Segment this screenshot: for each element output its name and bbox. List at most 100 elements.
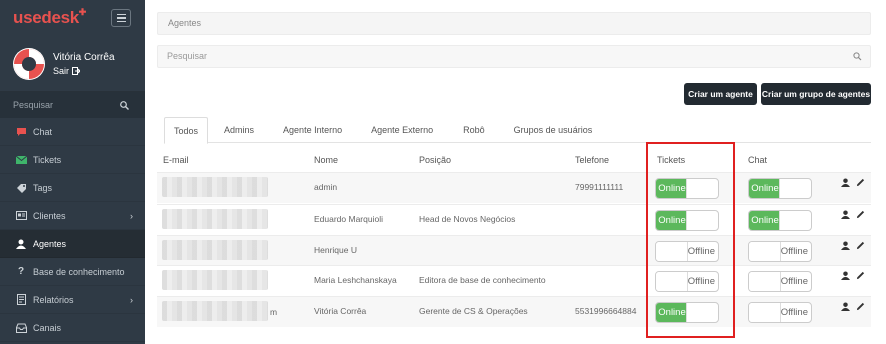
column-header-name[interactable]: Nome (314, 155, 338, 165)
search-icon (120, 100, 129, 110)
column-header-chat[interactable]: Chat (748, 155, 767, 165)
main-content: Agentes Pesquisar Criar um agente Criar … (145, 0, 886, 344)
sidebar-item-label: Agentes (33, 238, 67, 249)
table-row[interactable]: Henrique U Offline Offline (157, 235, 871, 266)
hamburger-icon-bar (116, 17, 126, 19)
user-profile-icon[interactable] (841, 271, 850, 282)
tag-icon (15, 182, 27, 194)
sidebar-item-label: Relatórios (33, 294, 74, 305)
toggle-off-label: Offline (780, 307, 808, 318)
sidebar-item-base-de-conhecimento[interactable]: ? Base de conhecimento (0, 258, 145, 286)
agent-phone: 79991111111 (575, 182, 624, 192)
brand-bar: usedesk ✚ (0, 0, 145, 36)
toggle-on-label: Online (749, 211, 781, 230)
column-header-position[interactable]: Posição (419, 155, 451, 165)
agent-position: Gerente de CS & Operações (419, 306, 528, 316)
chat-status-toggle[interactable]: Offline (748, 302, 812, 323)
user-profile-icon[interactable] (841, 210, 850, 221)
email-redacted (162, 209, 268, 229)
agent-name: admin (314, 182, 338, 192)
tab-admins[interactable]: Admins (215, 117, 263, 143)
sidebar-item-canais[interactable]: Canais (0, 314, 145, 342)
logo-text: usedesk (13, 8, 79, 27)
column-header-phone[interactable]: Telefone (575, 155, 609, 165)
usedesk-logo[interactable]: usedesk ✚ (13, 7, 86, 28)
edit-pencil-icon[interactable] (856, 210, 865, 221)
email-redacted (162, 301, 268, 321)
agent-name: Eduardo Marquioli (314, 214, 383, 224)
table-row[interactable]: m Vitória Corrêa Gerente de CS & Operaçõ… (157, 296, 871, 327)
chat-status-toggle[interactable]: Online (748, 210, 812, 231)
tab-agente-externo[interactable]: Agente Externo (362, 117, 442, 143)
email-suffix: m (270, 307, 278, 317)
user-name: Vitória Corrêa (53, 51, 115, 63)
user-profile: Vitória Corrêa Sair (0, 36, 145, 92)
hamburger-icon-bar (116, 20, 126, 23)
column-header-email[interactable]: E-mail (163, 155, 189, 165)
chat-status-toggle[interactable]: Offline (748, 241, 812, 262)
chat-status-toggle[interactable]: Online (748, 178, 812, 199)
email-redacted (162, 240, 268, 260)
agent-phone: 5531996664884 (575, 306, 637, 316)
logout-label: Sair (53, 65, 70, 76)
chevron-right-icon: › (130, 210, 133, 221)
tab-grupos-de-usuarios[interactable]: Grupos de usuários (505, 117, 602, 143)
edit-pencil-icon[interactable] (856, 241, 865, 252)
agent-position: Editora de base de conhecimento (419, 275, 546, 285)
question-icon: ? (17, 266, 25, 277)
user-profile-icon[interactable] (841, 302, 850, 313)
inbox-icon (15, 322, 27, 334)
sidebar-item-label: Chat (33, 126, 53, 137)
sidebar-item-agentes[interactable]: Agentes (0, 230, 145, 258)
tab-robo[interactable]: Robô (454, 117, 494, 143)
chat-icon (15, 126, 27, 138)
sidebar-search-placeholder: Pesquisar (13, 100, 54, 110)
edit-pencil-icon[interactable] (856, 178, 865, 189)
create-agent-button[interactable]: Criar um agente (684, 83, 757, 105)
avatar (13, 47, 45, 80)
logout-icon (72, 66, 81, 75)
agent-name: Maria Leshchanskaya (314, 275, 397, 285)
logout-link[interactable]: Sair (53, 66, 115, 76)
sidebar-item-label: Base de conhecimento (33, 266, 125, 277)
tickets-column-highlight (646, 142, 735, 338)
tab-agente-interno[interactable]: Agente Interno (274, 117, 351, 143)
sidebar-item-tags[interactable]: Tags (0, 174, 145, 202)
chat-status-toggle[interactable]: Offline (748, 271, 812, 292)
hamburger-menu-button[interactable] (111, 9, 131, 27)
tab-todos[interactable]: Todos (164, 117, 209, 144)
search-icon[interactable] (853, 46, 862, 75)
sidebar-item-chat[interactable]: Chat (0, 118, 145, 146)
agent-filter-tabs: Todos Admins Agente Interno Agente Exter… (164, 117, 871, 144)
lifebuoy-icon (14, 48, 44, 79)
edit-pencil-icon[interactable] (856, 271, 865, 282)
table-row[interactable]: Maria Leshchanskaya Editora de base de c… (157, 265, 871, 296)
toggle-off-label: Offline (780, 276, 808, 287)
agents-search-input[interactable]: Pesquisar (157, 45, 871, 68)
toggle-off-label: Offline (780, 246, 808, 257)
sidebar-search[interactable]: Pesquisar (0, 92, 145, 118)
email-redacted (162, 270, 268, 290)
sidebar-item-label: Tags (33, 182, 53, 193)
logo-mark: ✚ (78, 7, 87, 17)
create-agent-group-button[interactable]: Criar um grupo de agentes (761, 83, 871, 105)
edit-pencil-icon[interactable] (856, 302, 865, 313)
sidebar-item-label: Tickets (33, 154, 62, 165)
agents-search-placeholder: Pesquisar (167, 51, 208, 61)
sidebar-item-label: Clientes (33, 210, 66, 221)
address-card-icon (15, 210, 27, 222)
table-row[interactable]: admin 79991111111 Online Online (157, 172, 871, 203)
chevron-right-icon: › (130, 294, 133, 305)
sidebar-item-tickets[interactable]: Tickets (0, 146, 145, 174)
sidebar-item-label: Canais (33, 322, 62, 333)
sidebar-item-relat-rios[interactable]: Relatórios › (0, 286, 145, 314)
email-redacted (162, 177, 268, 197)
envelope-icon (15, 154, 27, 166)
user-profile-icon[interactable] (841, 178, 850, 189)
toggle-on-label: Online (749, 179, 781, 198)
report-icon (15, 294, 27, 306)
user-icon (15, 238, 27, 250)
user-profile-icon[interactable] (841, 241, 850, 252)
table-row[interactable]: Eduardo Marquioli Head de Novos Negócios… (157, 204, 871, 235)
sidebar-item-clientes[interactable]: Clientes › (0, 202, 145, 230)
